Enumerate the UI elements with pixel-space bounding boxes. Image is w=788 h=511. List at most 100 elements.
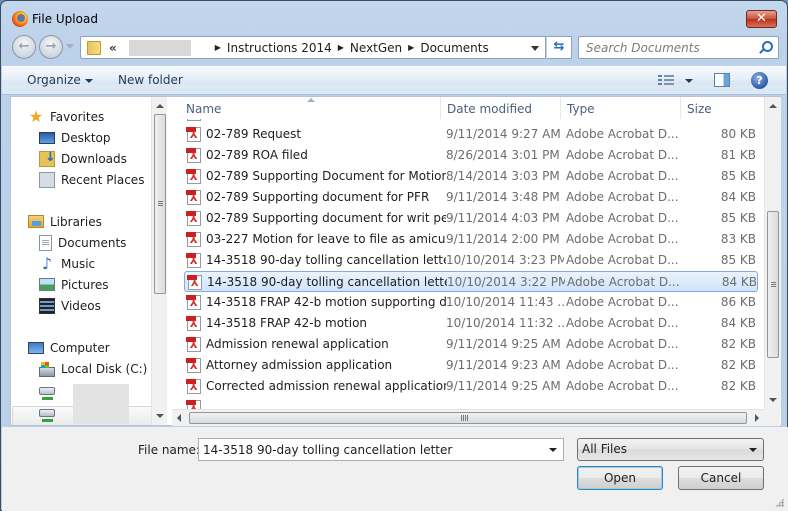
grip-icon xyxy=(158,201,163,206)
pdf-file-icon xyxy=(186,253,201,268)
file-date-modified: 9/11/2014 3:48 PM xyxy=(446,190,560,204)
file-row[interactable]: 02-789 Supporting document for PFR 9/11/2… xyxy=(184,187,758,208)
column-header-date-modified[interactable]: Date modified xyxy=(441,97,561,119)
file-row[interactable]: 14-3518 90-day tolling cancellation lett… xyxy=(184,271,758,292)
pdf-file-icon xyxy=(186,211,201,226)
file-name: 02-789 ROA filed xyxy=(206,148,308,162)
browser-content: ★ Favorites Desktop Downloads Recent Pla… xyxy=(10,96,781,426)
column-header-type[interactable]: Type xyxy=(561,97,681,119)
navigation-pane-scrollbar[interactable] xyxy=(151,97,167,425)
scroll-up-icon[interactable] xyxy=(156,104,164,108)
file-size: 85 KB xyxy=(720,253,756,267)
scroll-down-icon[interactable] xyxy=(156,414,164,418)
file-row[interactable]: 02-789 Supporting Document for Motion...… xyxy=(184,166,758,187)
scroll-right-icon[interactable] xyxy=(755,414,759,422)
grip-icon xyxy=(771,282,776,287)
file-list-scrollbar[interactable] xyxy=(764,97,781,409)
breadcrumb-separator-icon[interactable]: ▶ xyxy=(215,43,221,52)
search-box[interactable] xyxy=(578,36,779,59)
file-name: 14-3518 90-day tolling cancellation lett… xyxy=(207,275,447,289)
file-size: 86 KB xyxy=(720,295,756,309)
file-type-selected: All Files xyxy=(582,442,628,456)
file-type: Adobe Acrobat D... xyxy=(566,379,679,393)
sidebar-item-documents[interactable]: Documents xyxy=(39,232,126,253)
search-icon[interactable] xyxy=(762,41,773,52)
column-header-name[interactable]: Name xyxy=(181,97,441,119)
sidebar-item-computer[interactable]: Computer xyxy=(28,337,110,358)
breadcrumb-item[interactable]: Documents xyxy=(420,41,488,55)
back-button[interactable]: ← xyxy=(12,35,36,59)
resize-grip-icon[interactable] xyxy=(775,498,784,507)
address-dropdown-icon[interactable] xyxy=(531,46,539,51)
file-row[interactable]: 02-789 Supporting document for writ pet.… xyxy=(184,208,758,229)
organize-button[interactable]: Organize xyxy=(27,73,93,87)
open-button[interactable]: Open xyxy=(577,466,663,490)
file-size: 82 KB xyxy=(720,379,756,393)
scroll-up-icon[interactable] xyxy=(769,104,777,108)
preview-pane-icon[interactable] xyxy=(714,73,730,87)
file-name-combobox[interactable] xyxy=(198,438,564,461)
file-date-modified: 9/11/2014 9:27 AM xyxy=(446,127,561,141)
recent-places-icon xyxy=(39,171,55,188)
file-size: 82 KB xyxy=(720,337,756,351)
file-name-input[interactable] xyxy=(199,439,539,460)
file-name-label: File name: xyxy=(138,443,200,457)
sidebar-item-videos[interactable]: Videos xyxy=(39,295,101,316)
file-row[interactable]: 14-3518 FRAP 42-b motion 10/10/2014 11:32… xyxy=(184,313,758,334)
search-input[interactable] xyxy=(579,37,749,58)
cancel-button[interactable]: Cancel xyxy=(678,466,764,490)
file-row[interactable]: 02-789 Request 9/11/2014 9:27 AM Adobe Acr… xyxy=(184,124,758,145)
dialog-footer: File name: All Files Open Cancel xyxy=(2,427,788,511)
file-type-select[interactable]: All Files xyxy=(577,438,764,461)
view-options-dropdown-icon[interactable] xyxy=(685,79,693,83)
sidebar-item-favorites[interactable]: ★ Favorites xyxy=(28,106,104,127)
file-row[interactable]: Corrected admission renewal application9… xyxy=(184,376,758,397)
new-folder-button[interactable]: New folder xyxy=(118,73,183,87)
chevron-down-icon[interactable] xyxy=(549,448,557,452)
sidebar-item-network-drive[interactable] xyxy=(39,403,61,424)
refresh-button[interactable]: ⇆ xyxy=(546,36,572,59)
file-row[interactable]: Admission renewal application 9/11/2014 9… xyxy=(184,334,758,355)
file-date-modified: 8/14/2014 3:03 PM xyxy=(446,169,560,183)
file-row[interactable]: 14-3518 FRAP 42-b motion supporting d...… xyxy=(184,292,758,313)
file-date-modified: 9/11/2014 9:25 AM xyxy=(446,337,561,351)
file-row[interactable]: Attorney admission application 9/11/2014 … xyxy=(184,355,758,376)
forward-button[interactable]: → xyxy=(39,35,63,59)
sidebar-item-downloads[interactable]: Downloads xyxy=(39,148,127,169)
computer-icon xyxy=(28,341,44,354)
breadcrumb-overflow-button[interactable]: « xyxy=(109,41,117,55)
help-icon[interactable]: ? xyxy=(751,72,768,89)
file-name: 03-227 Motion for leave to file as amicu… xyxy=(206,232,446,246)
file-row[interactable]: 02-789 ROA filed 8/26/2014 3:01 PM Adobe A… xyxy=(184,145,758,166)
file-row[interactable]: 03-227 Motion for leave to file as amicu… xyxy=(184,229,758,250)
sidebar-item-desktop[interactable]: Desktop xyxy=(39,127,111,148)
column-header-size[interactable]: Size xyxy=(681,97,763,119)
sidebar-item-libraries[interactable]: Libraries xyxy=(28,211,102,232)
file-row[interactable]: 14-3518 90-day tolling cancellation lett… xyxy=(184,250,758,271)
breadcrumb-item[interactable]: NextGen xyxy=(350,41,402,55)
scrollbar-thumb[interactable] xyxy=(767,211,779,358)
breadcrumb-separator-icon[interactable]: ▶ xyxy=(408,43,414,52)
sidebar-item-music[interactable]: ♪ Music xyxy=(39,253,95,274)
scrollbar-thumb[interactable] xyxy=(154,114,166,294)
sidebar-item-pictures[interactable]: Pictures xyxy=(39,274,109,295)
scrollbar-thumb[interactable] xyxy=(189,412,747,424)
scroll-down-icon[interactable] xyxy=(769,398,777,402)
close-button[interactable]: ✕ xyxy=(746,10,777,28)
address-bar[interactable]: « ▶ Instructions 2014 ▶ NextGen ▶ Docume… xyxy=(80,36,546,59)
breadcrumb-item[interactable]: Instructions 2014 xyxy=(227,41,332,55)
file-type: Adobe Acrobat D... xyxy=(566,169,679,183)
sidebar-item-local-disk[interactable]: Local Disk (C:) xyxy=(39,358,147,379)
pdf-file-icon xyxy=(186,190,201,205)
change-view-icon[interactable] xyxy=(658,74,674,86)
recent-locations-dropdown-icon[interactable] xyxy=(66,44,74,49)
sidebar-item-recent-places[interactable]: Recent Places xyxy=(39,169,144,190)
breadcrumb-separator-icon[interactable]: ▶ xyxy=(338,43,344,52)
sidebar-item-label: Favorites xyxy=(50,109,105,124)
file-name: Corrected admission renewal application xyxy=(206,379,446,393)
sidebar-item-network-drive[interactable] xyxy=(39,381,61,402)
file-size: 84 KB xyxy=(720,316,756,330)
file-name: 02-789 Supporting document for writ pet.… xyxy=(206,211,446,225)
scroll-left-icon[interactable] xyxy=(177,414,181,422)
horizontal-scrollbar[interactable] xyxy=(172,409,764,426)
